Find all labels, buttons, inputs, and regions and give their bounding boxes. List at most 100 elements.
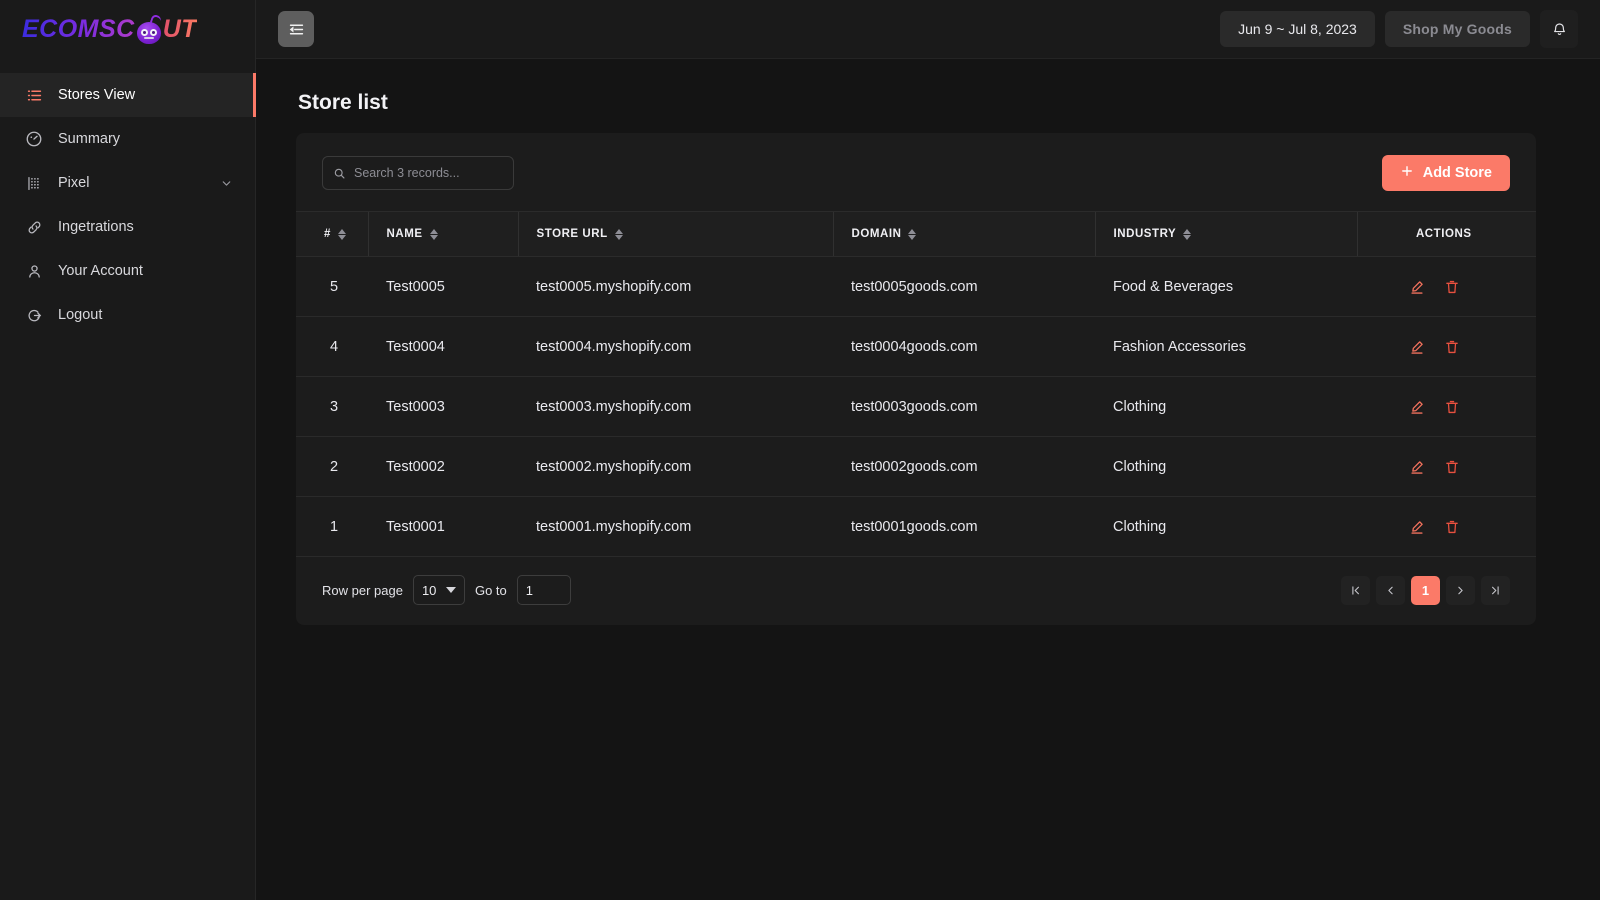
column-header-name[interactable]: NAME (367, 211, 518, 257)
sidebar-item-stores-view[interactable]: Stores View (0, 73, 256, 117)
table-row[interactable]: 5 Test0005 test0005.myshopify.com test00… (296, 256, 1536, 317)
sidebar-item-logout[interactable]: Logout (0, 293, 255, 337)
cell-domain: test0002goods.com (833, 436, 1095, 497)
column-header-actions: ACTIONS (1356, 211, 1536, 257)
cell-index: 5 (296, 256, 368, 317)
search-input[interactable] (322, 156, 514, 190)
column-header-store-url[interactable]: STORE URL (517, 211, 833, 257)
list-icon (24, 85, 44, 105)
cell-store-url: test0002.myshopify.com (518, 436, 833, 497)
pencil-icon[interactable] (1409, 519, 1425, 535)
main-area: Jun 9 ~ Jul 8, 2023 Shop My Goods Store … (256, 0, 1600, 900)
brand-logo[interactable]: ECOMSC UT (0, 0, 255, 59)
trash-icon[interactable] (1444, 339, 1460, 355)
table-header-row: # NAME STORE URL DOMAIN INDUSTRY ACTIONS (296, 211, 1536, 257)
cell-industry: Clothing (1095, 376, 1357, 437)
pencil-icon[interactable] (1409, 459, 1425, 475)
sidebar-item-label: Pixel (58, 175, 90, 191)
sidebar-item-label: Stores View (58, 87, 136, 103)
goto-page-input[interactable] (516, 575, 571, 605)
top-bar: Jun 9 ~ Jul 8, 2023 Shop My Goods (256, 0, 1600, 59)
pager-controls: 1 (1341, 575, 1510, 605)
logo-text-left: ECOMSC (22, 15, 135, 43)
column-label: # (324, 228, 331, 240)
cell-domain: test0001goods.com (833, 496, 1095, 557)
chevron-right-icon[interactable] (1446, 575, 1475, 605)
sidebar-item-summary[interactable]: Summary (0, 117, 255, 161)
cell-domain: test0004goods.com (833, 316, 1095, 377)
cell-name: Test0002 (368, 436, 518, 497)
sidebar-item-pixel[interactable]: Pixel (0, 161, 255, 205)
sort-icon[interactable] (429, 228, 438, 240)
logo-wordmark: ECOMSC UT (22, 13, 198, 44)
column-label: INDUSTRY (1113, 228, 1177, 240)
table-row[interactable]: 3 Test0003 test0003.myshopify.com test00… (296, 376, 1536, 437)
pencil-icon[interactable] (1409, 279, 1425, 295)
rows-per-page-select[interactable]: 10 (412, 575, 465, 605)
sort-icon[interactable] (337, 228, 346, 240)
gauge-icon (24, 129, 44, 149)
cell-industry: Clothing (1095, 496, 1357, 557)
cell-actions (1357, 256, 1536, 317)
table-row[interactable]: 2 Test0002 test0002.myshopify.com test00… (296, 436, 1536, 497)
search-field[interactable] (354, 166, 503, 180)
cell-index: 1 (296, 496, 368, 557)
goto-label: Go to (474, 582, 507, 598)
chevron-down-icon[interactable] (220, 177, 233, 190)
sort-icon[interactable] (614, 228, 623, 240)
chevron-left-icon[interactable] (1376, 575, 1405, 605)
sort-icon[interactable] (1183, 228, 1192, 240)
cell-name: Test0001 (368, 496, 518, 557)
cell-actions (1357, 316, 1536, 377)
table-row[interactable]: 4 Test0004 test0004.myshopify.com test00… (296, 316, 1536, 377)
cell-index: 3 (296, 376, 368, 437)
column-header-industry[interactable]: INDUSTRY (1094, 211, 1357, 257)
column-header-domain[interactable]: DOMAIN (832, 211, 1095, 257)
cell-industry: Food & Beverages (1095, 256, 1357, 317)
cell-store-url: test0005.myshopify.com (518, 256, 833, 317)
cell-store-url: test0003.myshopify.com (518, 376, 833, 437)
cell-name: Test0005 (368, 256, 518, 317)
column-header-index[interactable]: # (296, 211, 368, 257)
sidebar-item-ingetrations[interactable]: Ingetrations (0, 205, 255, 249)
store-list-card: Add Store # (296, 133, 1536, 625)
pagination-bar: Row per page 10 Go to 1 1 (296, 557, 1536, 625)
sidebar-item-label: Logout (58, 307, 103, 323)
shop-selector[interactable]: Shop My Goods (1384, 11, 1530, 47)
pencil-icon[interactable] (1409, 399, 1425, 415)
search-icon (333, 167, 346, 180)
pencil-icon[interactable] (1409, 339, 1425, 355)
logout-icon (24, 305, 44, 325)
menu-collapse-icon[interactable] (278, 11, 314, 47)
trash-icon[interactable] (1444, 459, 1460, 475)
table-toolbar: Add Store (296, 133, 1536, 211)
cell-domain: test0003goods.com (833, 376, 1095, 437)
link-icon (24, 217, 44, 237)
cell-name: Test0004 (368, 316, 518, 377)
cell-industry: Clothing (1095, 436, 1357, 497)
cell-store-url: test0004.myshopify.com (518, 316, 833, 377)
cell-index: 4 (296, 316, 368, 377)
table-row[interactable]: 1 Test0001 test0001.myshopify.com test00… (296, 496, 1536, 557)
cell-actions (1357, 376, 1536, 437)
page-number-button[interactable]: 1 (1411, 575, 1440, 605)
bell-icon[interactable] (1540, 10, 1578, 48)
rows-per-page-value: 10 (421, 582, 437, 598)
sidebar-item-label: Summary (58, 131, 121, 147)
date-range-picker[interactable]: Jun 9 ~ Jul 8, 2023 (1220, 11, 1375, 47)
last-page-icon[interactable] (1481, 575, 1510, 605)
column-label: NAME (386, 228, 423, 240)
first-page-icon[interactable] (1341, 575, 1370, 605)
robot-head-icon (136, 13, 162, 44)
trash-icon[interactable] (1444, 399, 1460, 415)
rows-per-page-label: Row per page (322, 582, 403, 598)
page-content: Store list Search 3 records... Add Store… (256, 59, 1600, 625)
logo-text-right: UT (162, 15, 198, 43)
trash-icon[interactable] (1444, 519, 1460, 535)
add-store-button[interactable]: Add Store (1381, 155, 1510, 191)
sidebar-item-your-account[interactable]: Your Account (0, 249, 255, 293)
column-label: STORE URL (536, 228, 608, 240)
trash-icon[interactable] (1444, 279, 1460, 295)
column-label: DOMAIN (851, 228, 902, 240)
sort-icon[interactable] (908, 228, 917, 240)
